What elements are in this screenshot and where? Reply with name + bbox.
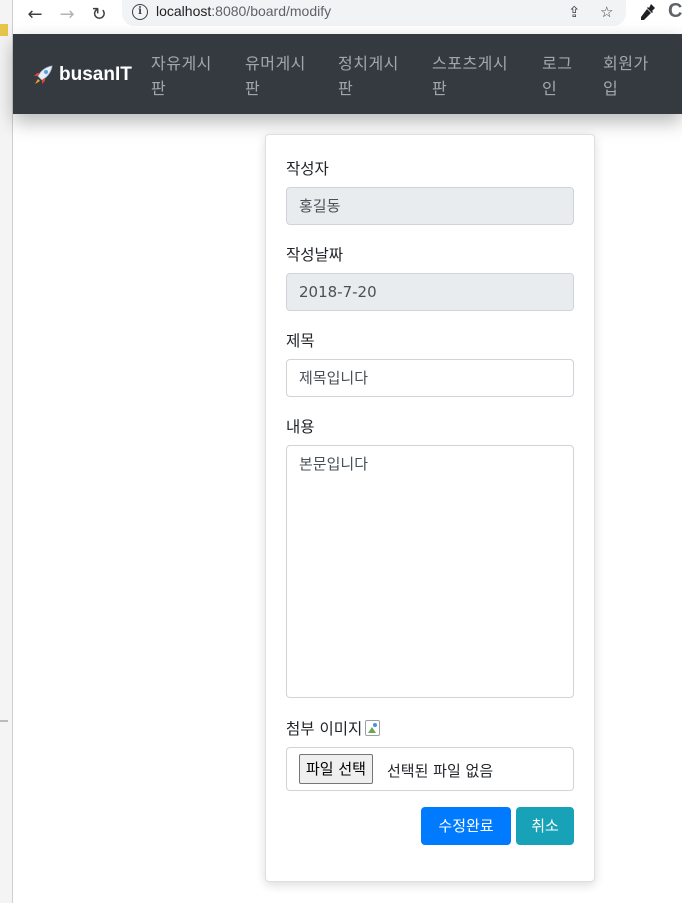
title-label: 제목 <box>286 332 315 350</box>
nav-link-label: 정치게시 <box>338 54 399 73</box>
nav-link-label: 자유게시 <box>151 54 212 73</box>
nav-link-label: 판 <box>151 79 167 98</box>
nav-link-sports-board[interactable]: 스포츠게시판 <box>432 51 508 101</box>
writer-label: 작성자 <box>286 160 329 178</box>
content-textarea[interactable]: 본문입니다 <box>286 445 574 698</box>
brand-text: busanIT <box>59 64 132 85</box>
nav-link-free-board[interactable]: 자유게시판 <box>151 51 212 101</box>
nav-link-label: 유머게시 <box>245 54 306 73</box>
image-label-row: 첨부 이미지 <box>286 717 381 739</box>
brand-link[interactable]: busanIT <box>31 64 132 86</box>
writer-field: 홍길동 <box>286 187 574 225</box>
submit-modify-button[interactable]: 수정완료 <box>421 807 511 845</box>
url-text[interactable]: localhost:8080/board/modify <box>156 3 331 19</box>
title-input[interactable]: 제목입니다 <box>286 359 574 397</box>
rocket-icon <box>34 65 53 84</box>
nav-link-humor-board[interactable]: 유머게시판 <box>245 51 306 101</box>
background-window-edge <box>0 0 13 903</box>
browser-toolbar: ← → ↻ i localhost:8080/board/modify ⇪ ☆ … <box>0 0 682 34</box>
back-icon[interactable]: ← <box>24 4 46 26</box>
date-field: 2018-7-20 <box>286 273 574 311</box>
star-icon[interactable]: ☆ <box>600 3 613 21</box>
info-icon[interactable]: i <box>132 4 148 20</box>
modify-form-card: 작성자 홍길동 작성날짜 2018-7-20 제목 제목입니다 내용 본문입니다… <box>265 134 595 882</box>
broken-image-icon <box>365 720 381 736</box>
nav-link-label: 판 <box>338 79 354 98</box>
nav-link-label: 판 <box>432 79 448 98</box>
background-window-mark <box>0 720 8 722</box>
forward-icon[interactable]: → <box>56 4 78 26</box>
nav-link-label: 로그 <box>542 54 573 73</box>
url-host: localhost <box>156 3 212 19</box>
eyedropper-icon[interactable] <box>640 3 656 25</box>
nav-link-login[interactable]: 로그인 <box>542 51 572 101</box>
content-label: 내용 <box>286 418 315 436</box>
nav-link-label: 입 <box>603 79 619 98</box>
share-icon[interactable]: ⇪ <box>568 3 581 21</box>
nav-link-label: 인 <box>542 79 558 98</box>
file-select-button[interactable]: 파일 선택 <box>299 754 373 784</box>
background-window-mark <box>0 24 8 36</box>
url-path: :8080/board/modify <box>211 3 332 19</box>
address-bar[interactable]: i localhost:8080/board/modify ⇪ ☆ <box>122 0 626 26</box>
nav-link-label: 회원가 <box>603 54 649 73</box>
image-label: 첨부 이미지 <box>286 720 363 738</box>
reload-icon[interactable]: ↻ <box>88 4 110 26</box>
cancel-button[interactable]: 취소 <box>516 807 574 845</box>
date-label: 작성날짜 <box>286 246 344 264</box>
extension-letter[interactable]: C <box>668 0 682 23</box>
top-navbar: busanIT 자유게시판 유머게시판 정치게시판 스포츠게시판 로그인 회원가… <box>13 34 682 114</box>
nav-link-signup[interactable]: 회원가입 <box>603 51 649 101</box>
nav-link-label: 스포츠게시 <box>432 54 509 73</box>
file-input[interactable]: 파일 선택 선택된 파일 없음 <box>286 747 574 791</box>
nav-link-label: 판 <box>245 79 261 98</box>
nav-link-politics-board[interactable]: 정치게시판 <box>338 51 399 101</box>
file-status-text: 선택된 파일 없음 <box>387 762 494 780</box>
